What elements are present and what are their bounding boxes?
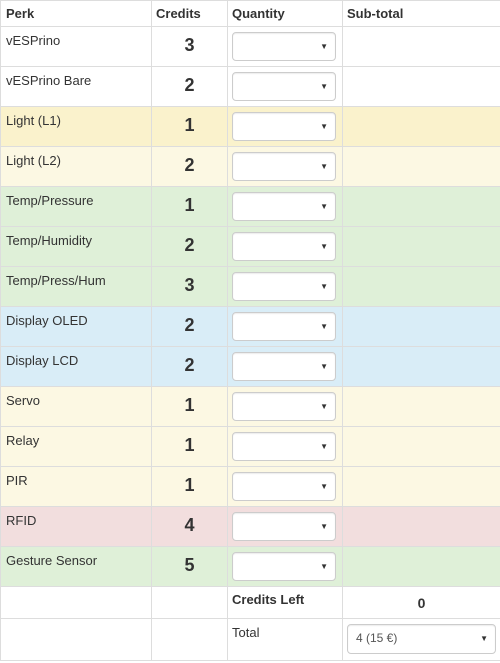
perk-credits: 2 [151,306,228,347]
quantity-select[interactable]: ▼ [232,152,336,181]
perk-name: Display OLED [0,306,152,347]
table-row: Relay 1 ▼ [0,426,500,467]
subtotal-cell [342,146,500,187]
quantity-select[interactable]: ▼ [232,192,336,221]
subtotal-cell [342,346,500,387]
perk-name: Temp/Pressure [0,186,152,227]
quantity-select[interactable]: ▼ [232,392,336,421]
perk-name: vESPrino [0,26,152,67]
table-row: Display OLED 2 ▼ [0,306,500,347]
perk-credits: 5 [151,546,228,587]
caret-down-icon: ▼ [320,482,328,491]
caret-down-icon: ▼ [320,202,328,211]
perks-table: Perk Credits Quantity Sub-total vESPrino… [0,0,500,661]
perk-credits: 1 [151,106,228,147]
total-label: Total [227,618,343,661]
perk-credits: 1 [151,426,228,467]
quantity-select[interactable]: ▼ [232,472,336,501]
credits-left-label: Credits Left [227,586,343,619]
caret-down-icon: ▼ [320,442,328,451]
perk-name: Temp/Humidity [0,226,152,267]
perk-credits: 1 [151,466,228,507]
perk-name: Display LCD [0,346,152,387]
caret-down-icon: ▼ [320,362,328,371]
quantity-select[interactable]: ▼ [232,352,336,381]
subtotal-cell [342,226,500,267]
caret-down-icon: ▼ [320,562,328,571]
caret-down-icon: ▼ [320,242,328,251]
total-select[interactable]: 4 (15 €) ▼ [347,624,496,654]
perk-credits: 4 [151,506,228,547]
caret-down-icon: ▼ [480,634,488,643]
table-row: Gesture Sensor 5 ▼ [0,546,500,587]
header-perk: Perk [0,0,152,27]
caret-down-icon: ▼ [320,82,328,91]
quantity-select[interactable]: ▼ [232,72,336,101]
perk-name: Relay [0,426,152,467]
perk-credits: 2 [151,346,228,387]
subtotal-cell [342,386,500,427]
subtotal-cell [342,186,500,227]
quantity-select[interactable]: ▼ [232,432,336,461]
subtotal-cell [342,66,500,107]
table-header-row: Perk Credits Quantity Sub-total [0,0,500,27]
subtotal-cell [342,426,500,467]
subtotal-cell [342,266,500,307]
header-credits: Credits [151,0,228,27]
caret-down-icon: ▼ [320,522,328,531]
header-quantity: Quantity [227,0,343,27]
perk-credits: 3 [151,26,228,67]
credits-left-row: Credits Left 0 [0,586,500,619]
perk-name: PIR [0,466,152,507]
perk-name: RFID [0,506,152,547]
total-selected-value: 4 (15 €) [356,631,398,645]
subtotal-cell [342,466,500,507]
caret-down-icon: ▼ [320,122,328,131]
header-subtotal: Sub-total [342,0,500,27]
quantity-select[interactable]: ▼ [232,272,336,301]
perk-name: vESPrino Bare [0,66,152,107]
table-row: Temp/Humidity 2 ▼ [0,226,500,267]
subtotal-cell [342,506,500,547]
table-row: Servo 1 ▼ [0,386,500,427]
table-row: vESPrino 3 ▼ [0,26,500,67]
credits-left-value: 0 [342,586,500,619]
total-row: Total 4 (15 €) ▼ [0,618,500,661]
table-row: Temp/Pressure 1 ▼ [0,186,500,227]
quantity-select[interactable]: ▼ [232,312,336,341]
perk-credits: 1 [151,386,228,427]
table-row: RFID 4 ▼ [0,506,500,547]
perk-credits: 1 [151,186,228,227]
subtotal-cell [342,106,500,147]
caret-down-icon: ▼ [320,162,328,171]
perk-credits: 2 [151,146,228,187]
quantity-select[interactable]: ▼ [232,32,336,61]
subtotal-cell [342,306,500,347]
table-row: Temp/Press/Hum 3 ▼ [0,266,500,307]
perk-name: Light (L2) [0,146,152,187]
perk-name: Gesture Sensor [0,546,152,587]
perk-name: Servo [0,386,152,427]
quantity-select[interactable]: ▼ [232,232,336,261]
perk-credits: 2 [151,226,228,267]
caret-down-icon: ▼ [320,282,328,291]
table-row: Light (L1) 1 ▼ [0,106,500,147]
caret-down-icon: ▼ [320,322,328,331]
perk-credits: 3 [151,266,228,307]
subtotal-cell [342,546,500,587]
subtotal-cell [342,26,500,67]
table-row: Light (L2) 2 ▼ [0,146,500,187]
table-row: vESPrino Bare 2 ▼ [0,66,500,107]
caret-down-icon: ▼ [320,42,328,51]
perk-name: Temp/Press/Hum [0,266,152,307]
perk-credits: 2 [151,66,228,107]
table-row: Display LCD 2 ▼ [0,346,500,387]
quantity-select[interactable]: ▼ [232,512,336,541]
perk-name: Light (L1) [0,106,152,147]
quantity-select[interactable]: ▼ [232,112,336,141]
quantity-select[interactable]: ▼ [232,552,336,581]
table-row: PIR 1 ▼ [0,466,500,507]
caret-down-icon: ▼ [320,402,328,411]
